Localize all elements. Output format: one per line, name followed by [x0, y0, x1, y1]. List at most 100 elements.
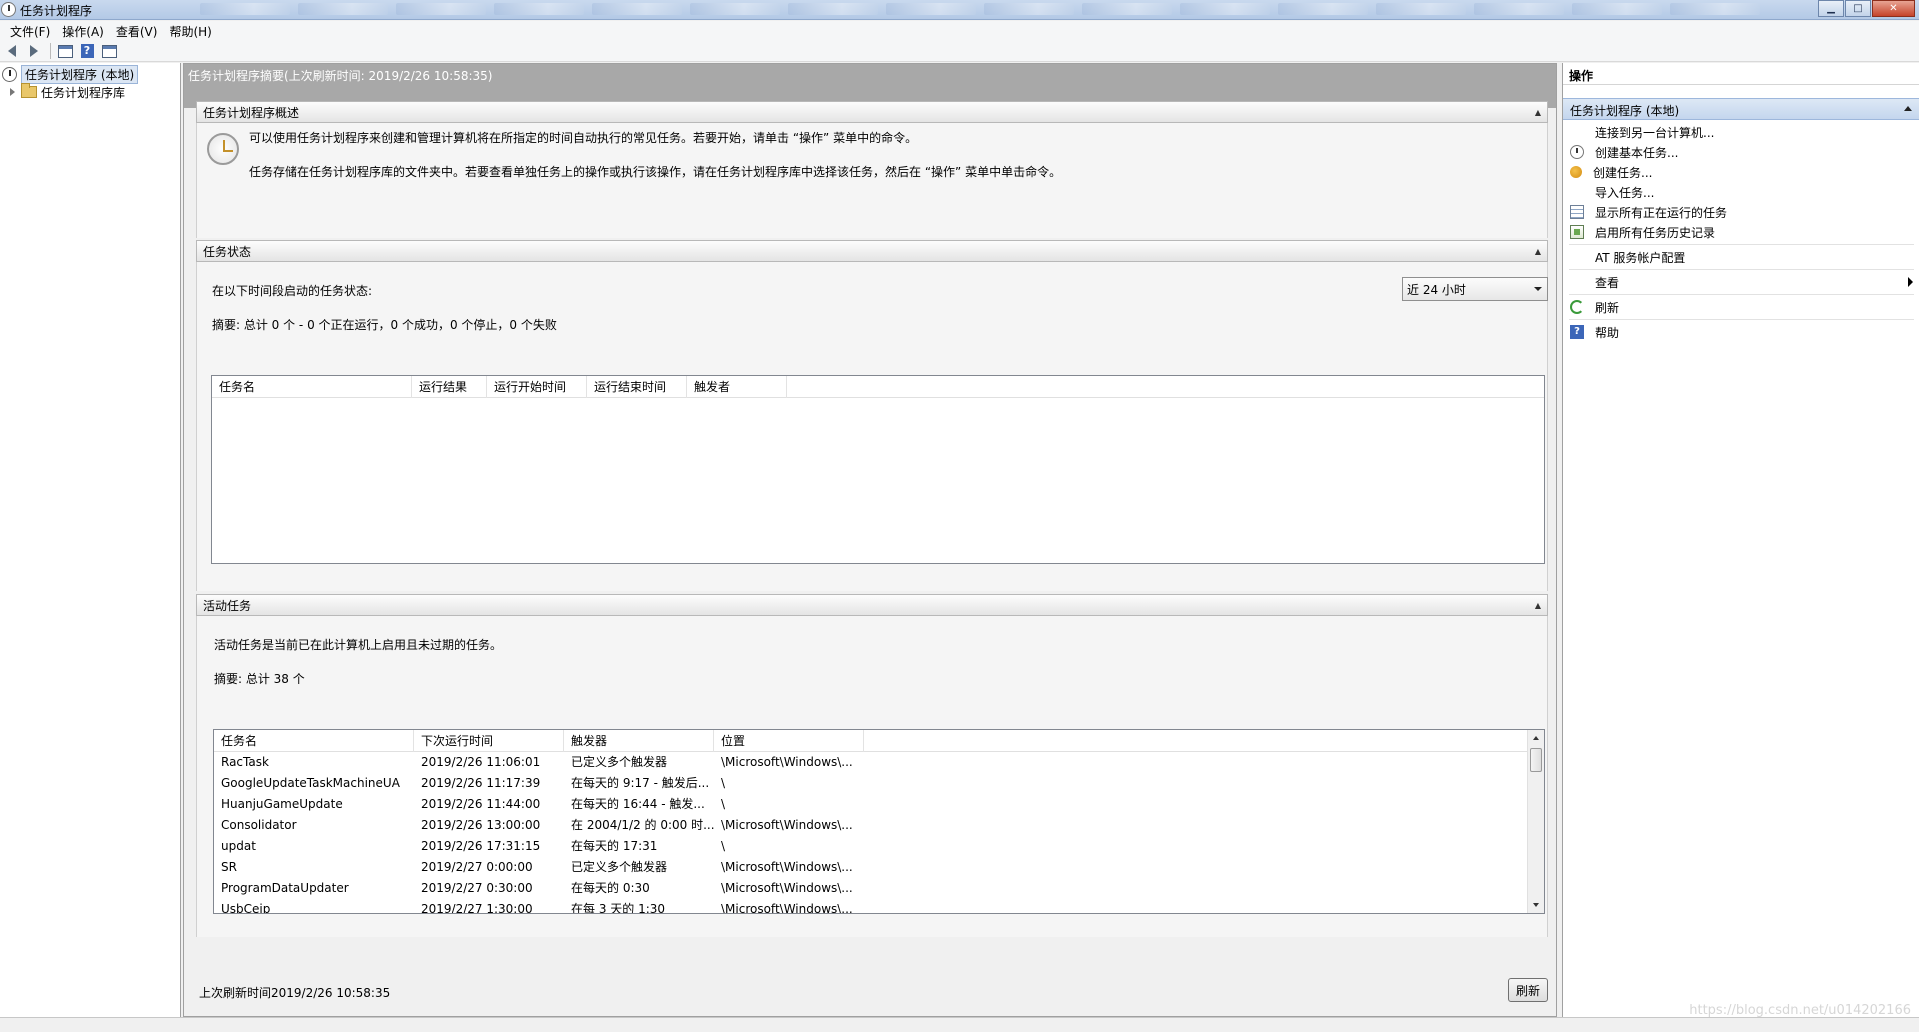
action-create-task[interactable]: 创建任务...	[1563, 162, 1919, 182]
folder-icon	[21, 83, 37, 98]
help-icon: ?	[1570, 325, 1584, 339]
expand-arrow-icon[interactable]	[10, 88, 15, 96]
column-header[interactable]: 任务名	[214, 730, 414, 752]
refresh-button[interactable]: 刷新	[1508, 978, 1548, 1002]
action-label: 启用所有任务历史记录	[1595, 225, 1716, 240]
chevron-down-icon	[1534, 287, 1542, 291]
actions-pane: 操作 任务计划程序 (本地) 连接到另一台计算机... 创建基本任务... 创建…	[1562, 63, 1919, 1017]
menu-help[interactable]: 帮助(H)	[163, 23, 217, 40]
scrollbar-thumb[interactable]	[1530, 748, 1542, 772]
table-row[interactable]: GoogleUpdateTaskMachineUA 2019/2/26 11:1…	[214, 773, 1544, 794]
blank-icon	[1570, 185, 1584, 199]
close-button[interactable]: ✕	[1872, 0, 1915, 17]
column-header[interactable]: 触发器	[564, 730, 714, 752]
table-row[interactable]: HuanjuGameUpdate 2019/2/26 11:44:00 在每天的…	[214, 794, 1544, 815]
toolbar-help-button[interactable]: ?	[77, 42, 97, 60]
action-at-service-config[interactable]: AT 服务帐户配置	[1563, 247, 1919, 267]
action-help[interactable]: ? 帮助	[1563, 322, 1919, 342]
table-row[interactable]: Consolidator 2019/2/26 13:00:00 在 2004/1…	[214, 815, 1544, 836]
action-import-task[interactable]: 导入任务...	[1563, 182, 1919, 202]
back-button[interactable]	[2, 42, 22, 60]
period-select[interactable]: 近 24 小时	[1402, 277, 1548, 301]
location-cell: \	[721, 776, 726, 790]
scroll-up-button[interactable]	[1528, 730, 1544, 746]
overview-line-1: 可以使用任务计划程序来创建和管理计算机将在所指定的时间自动执行的常见任务。若要开…	[249, 131, 918, 145]
tree-item-library[interactable]: 任务计划程序库	[10, 83, 125, 101]
table-row[interactable]: updat 2019/2/26 17:31:15 在每天的 17:31 \	[214, 836, 1544, 857]
actions-divider	[1569, 269, 1914, 270]
blurred-taskbar-strip	[200, 3, 1780, 17]
task-name-cell: HuanjuGameUpdate	[221, 797, 343, 811]
table-row[interactable]: UsbCeip 2019/2/27 1:30:00 在每 3 天的 1:30 \…	[214, 899, 1544, 914]
next-run-cell: 2019/2/27 1:30:00	[421, 902, 533, 914]
table-row[interactable]: SR 2019/2/27 0:00:00 已定义多个触发器 \Microsoft…	[214, 857, 1544, 878]
action-label: 创建基本任务...	[1595, 145, 1679, 160]
clock-icon	[1570, 145, 1584, 159]
show-hide-console-tree-button[interactable]	[55, 42, 75, 60]
menu-action[interactable]: 操作(A)	[56, 23, 110, 40]
action-label: 连接到另一台计算机...	[1595, 125, 1715, 140]
action-view[interactable]: 查看	[1563, 272, 1919, 292]
task-status-section-header[interactable]: 任务状态 ▲	[196, 240, 1548, 262]
tree-item-root[interactable]: 任务计划程序 (本地)	[2, 64, 139, 84]
submenu-arrow-icon	[1908, 277, 1913, 287]
column-header[interactable]: 运行结束时间	[587, 376, 687, 398]
action-label: 创建任务...	[1593, 165, 1653, 180]
minimize-button[interactable]: ▁	[1818, 0, 1844, 17]
action-label: AT 服务帐户配置	[1595, 250, 1686, 265]
action-show-running-tasks[interactable]: 显示所有正在运行的任务	[1563, 202, 1919, 222]
maximize-button[interactable]: □	[1845, 0, 1871, 17]
clock-icon	[2, 66, 17, 82]
task-status-grid-header: 任务名 运行结果 运行开始时间 运行结束时间 触发者	[212, 376, 1544, 398]
next-run-cell: 2019/2/26 17:31:15	[421, 839, 541, 853]
active-tasks-section-header[interactable]: 活动任务 ▲	[196, 594, 1548, 616]
table-row[interactable]: RacTask 2019/2/26 11:06:01 已定义多个触发器 \Mic…	[214, 752, 1544, 773]
window-title: 任务计划程序	[20, 4, 93, 18]
column-header[interactable]: 任务名	[212, 376, 412, 398]
active-tasks-scrollbar[interactable]	[1527, 730, 1544, 913]
forward-button[interactable]	[24, 42, 44, 60]
collapse-icon[interactable]: ▲	[1535, 108, 1541, 117]
task-status-grid[interactable]: 任务名 运行结果 运行开始时间 运行结束时间 触发者	[211, 375, 1545, 564]
trigger-cell: 在每天的 0:30	[571, 881, 650, 895]
task-name-cell: SR	[221, 860, 237, 874]
console-tree-icon	[57, 44, 73, 58]
location-cell: \Microsoft\Windows\...	[721, 881, 853, 895]
collapse-caret-icon[interactable]	[1904, 106, 1912, 111]
trigger-cell: 在每天的 9:17 - 触发后...	[571, 776, 710, 790]
task-status-section: 任务状态 ▲ 在以下时间段启动的任务状态: 近 24 小时 摘要: 总计 0 个…	[196, 240, 1548, 591]
tree-root-label: 任务计划程序 (本地)	[21, 64, 139, 84]
task-scheduler-icon	[1, 2, 16, 17]
show-hide-action-pane-button[interactable]	[99, 42, 119, 60]
column-header[interactable]: 运行开始时间	[487, 376, 587, 398]
column-header[interactable]: 位置	[714, 730, 864, 752]
actions-group-header[interactable]: 任务计划程序 (本地)	[1563, 98, 1919, 120]
scroll-down-button[interactable]	[1528, 897, 1544, 913]
column-header[interactable]: 运行结果	[412, 376, 487, 398]
action-connect-computer[interactable]: 连接到另一台计算机...	[1563, 122, 1919, 142]
menu-file[interactable]: 文件(F)	[4, 23, 56, 40]
active-tasks-description: 活动任务是当前已在此计算机上启用且未过期的任务。	[214, 638, 503, 652]
action-label: 查看	[1595, 275, 1620, 290]
window-controls: ▁ □ ✕	[1817, 0, 1915, 17]
column-header[interactable]: 触发者	[687, 376, 787, 398]
task-name-cell: ProgramDataUpdater	[221, 881, 349, 895]
center-panel: 任务计划程序摘要(上次刷新时间: 2019/2/26 10:58:35) 任务计…	[183, 63, 1557, 1017]
action-refresh[interactable]: 刷新	[1563, 297, 1919, 317]
overview-body: 可以使用任务计划程序来创建和管理计算机将在所指定的时间自动执行的常见任务。若要开…	[196, 123, 1548, 238]
blank-icon	[1570, 275, 1584, 289]
menu-view[interactable]: 查看(V)	[110, 23, 164, 40]
action-label: 导入任务...	[1595, 185, 1655, 200]
back-arrow-icon	[8, 45, 16, 57]
running-tasks-icon	[1570, 205, 1584, 219]
table-row[interactable]: ProgramDataUpdater 2019/2/27 0:30:00 在每天…	[214, 878, 1544, 899]
action-enable-history[interactable]: 启用所有任务历史记录	[1563, 222, 1919, 242]
collapse-icon[interactable]: ▲	[1535, 247, 1541, 256]
overview-title: 任务计划程序概述	[203, 105, 300, 120]
overview-section-header[interactable]: 任务计划程序概述 ▲	[196, 101, 1548, 123]
column-header[interactable]: 下次运行时间	[414, 730, 564, 752]
blank-icon	[1570, 250, 1584, 264]
collapse-icon[interactable]: ▲	[1535, 601, 1541, 610]
action-create-basic-task[interactable]: 创建基本任务...	[1563, 142, 1919, 162]
active-tasks-grid[interactable]: 任务名 下次运行时间 触发器 位置 RacTask 2019/2/26 11:0…	[213, 729, 1545, 914]
